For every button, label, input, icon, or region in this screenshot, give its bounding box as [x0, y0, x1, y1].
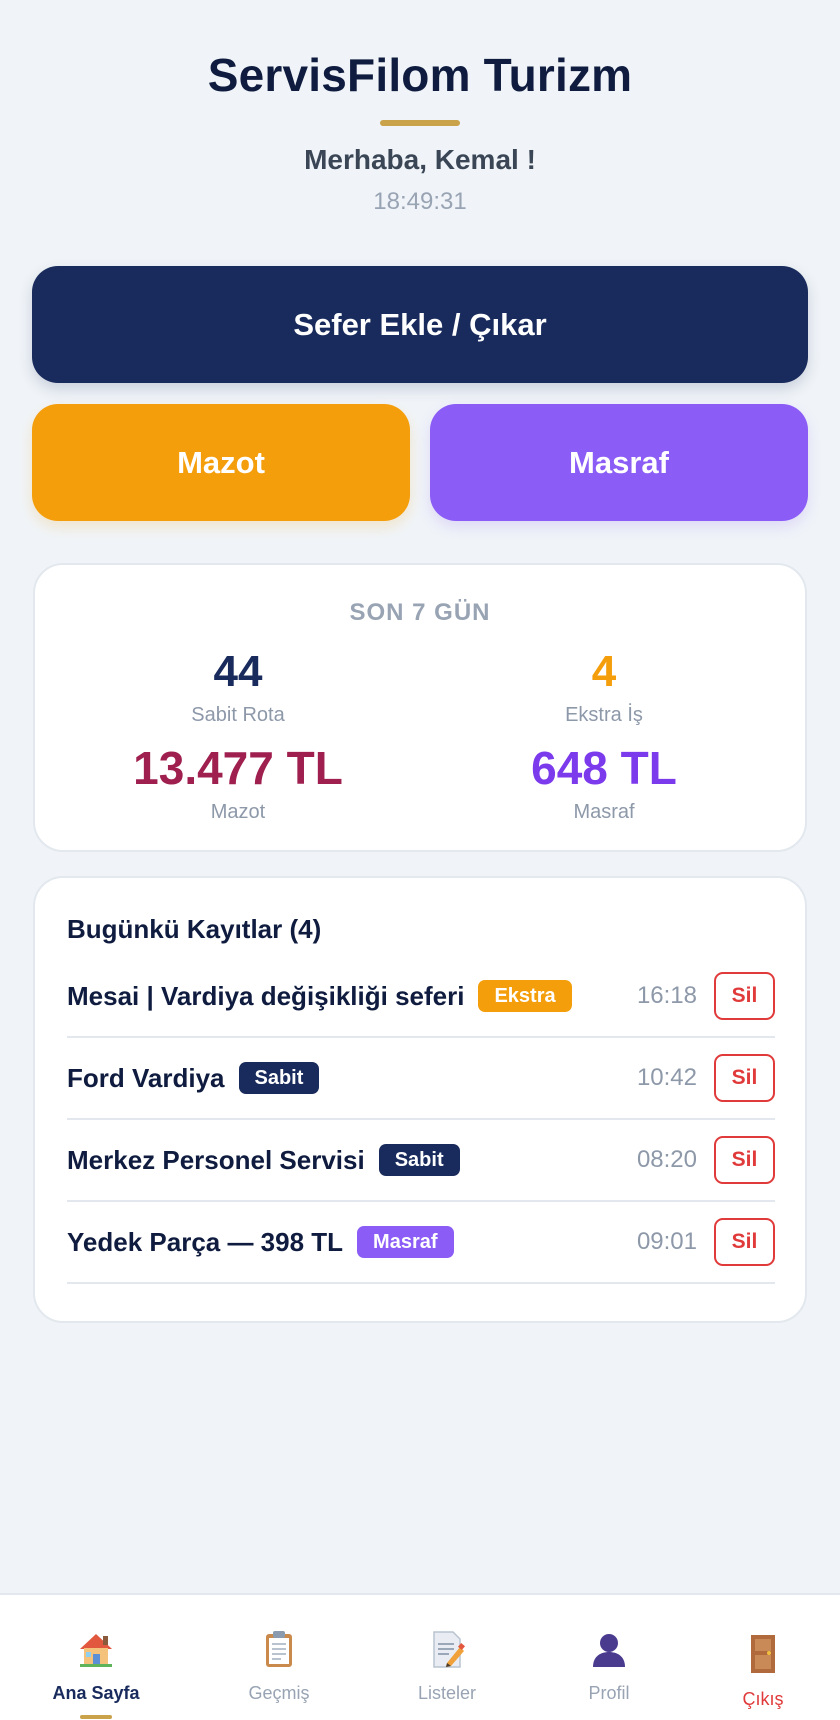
fuel-button[interactable]: Mazot: [32, 404, 410, 521]
record-row: Merkez Personel Servisi Sabit 08:20 Sil: [67, 1120, 775, 1202]
header: ServisFilom Turizm Merhaba, Kemal ! 18:4…: [0, 0, 840, 216]
records-list: Mesai | Vardiya değişikliği seferi Ekstr…: [67, 956, 775, 1284]
stat-label: Masraf: [573, 801, 635, 823]
greeting: Merhaba, Kemal !: [304, 144, 536, 175]
record-time: 10:42: [636, 1064, 697, 1091]
delete-button[interactable]: Sil: [714, 972, 775, 1020]
home-screen: ServisFilom Turizm Merhaba, Kemal ! 18:4…: [0, 0, 840, 1720]
stat-value: 4: [591, 647, 617, 696]
nav-item-history[interactable]: Geçmiş: [195, 1595, 363, 1720]
record-badge: Sabit: [378, 1144, 460, 1176]
nav-label: Çıkış: [742, 1689, 784, 1709]
record-name: Mesai | Vardiya değişikliği seferi: [67, 980, 465, 1011]
nav-label: Profil: [588, 1683, 630, 1703]
record-name: Yedek Parça — 398 TL: [67, 1226, 344, 1257]
stat-value: 648 TL: [531, 742, 677, 794]
stat-value: 44: [213, 647, 263, 696]
title-underline: [380, 120, 460, 126]
today-records-card: Bugünkü Kayıtlar (4) Mesai | Vardiya değ…: [33, 876, 807, 1323]
document-pencil-icon: [427, 1629, 467, 1674]
app-title: ServisFilom Turizm: [207, 49, 633, 101]
nav-item-profile[interactable]: Profil: [525, 1595, 693, 1720]
stats-title: SON 7 GÜN: [349, 599, 491, 626]
records-title: Bugünkü Kayıtlar (4): [67, 914, 322, 944]
active-indicator: [80, 1715, 112, 1719]
record-row: Yedek Parça — 398 TL Masraf 09:01 Sil: [67, 1202, 775, 1284]
stat-label: Sabit Rota: [191, 704, 285, 726]
nav-item-lists[interactable]: Listeler: [363, 1595, 531, 1720]
nav-label: Ana Sayfa: [52, 1683, 140, 1703]
record-time: 08:20: [636, 1146, 697, 1173]
clipboard-icon: [259, 1629, 299, 1674]
record-badge: Sabit: [238, 1062, 320, 1094]
clock: 18:49:31: [373, 188, 467, 215]
record-row: Ford Vardiya Sabit 10:42 Sil: [67, 1038, 775, 1120]
record-row: Mesai | Vardiya değişikliği seferi Ekstr…: [67, 956, 775, 1038]
record-name: Merkez Personel Servisi: [67, 1144, 365, 1175]
bottom-nav: Ana Sayfa Geçmiş Listeler Profil Çıkış: [0, 1593, 840, 1720]
stat-fuel: 13.477 TL Mazot: [58, 745, 418, 824]
record-name: Ford Vardiya: [67, 1062, 225, 1093]
record-badge: Masraf: [357, 1226, 454, 1258]
nav-label: Geçmiş: [248, 1683, 310, 1703]
door-icon: [745, 1633, 781, 1680]
delete-button[interactable]: Sil: [714, 1136, 775, 1184]
stat-expense: 648 TL Masraf: [424, 745, 784, 824]
nav-item-home[interactable]: Ana Sayfa: [12, 1595, 180, 1720]
stat-label: Mazot: [210, 801, 266, 823]
record-time: 16:18: [636, 982, 697, 1009]
nav-label: Listeler: [417, 1683, 477, 1703]
delete-button[interactable]: Sil: [714, 1218, 775, 1266]
delete-button[interactable]: Sil: [714, 1054, 775, 1102]
add-trip-button[interactable]: Sefer Ekle / Çıkar: [32, 266, 808, 383]
nav-item-logout[interactable]: Çıkış: [679, 1595, 840, 1720]
stat-value: 13.477 TL: [133, 742, 343, 794]
record-badge: Ekstra: [478, 980, 572, 1012]
stats-card: SON 7 GÜN 44 Sabit Rota 4 Ekstra İş 13.4…: [33, 563, 807, 852]
expense-button[interactable]: Masraf: [430, 404, 808, 521]
stat-label: Ekstra İş: [565, 704, 643, 726]
house-icon: [76, 1629, 116, 1674]
stat-extra-job: 4 Ekstra İş: [424, 650, 784, 727]
stat-fixed-route: 44 Sabit Rota: [58, 650, 418, 727]
record-time: 09:01: [636, 1228, 697, 1255]
person-icon: [589, 1629, 629, 1674]
